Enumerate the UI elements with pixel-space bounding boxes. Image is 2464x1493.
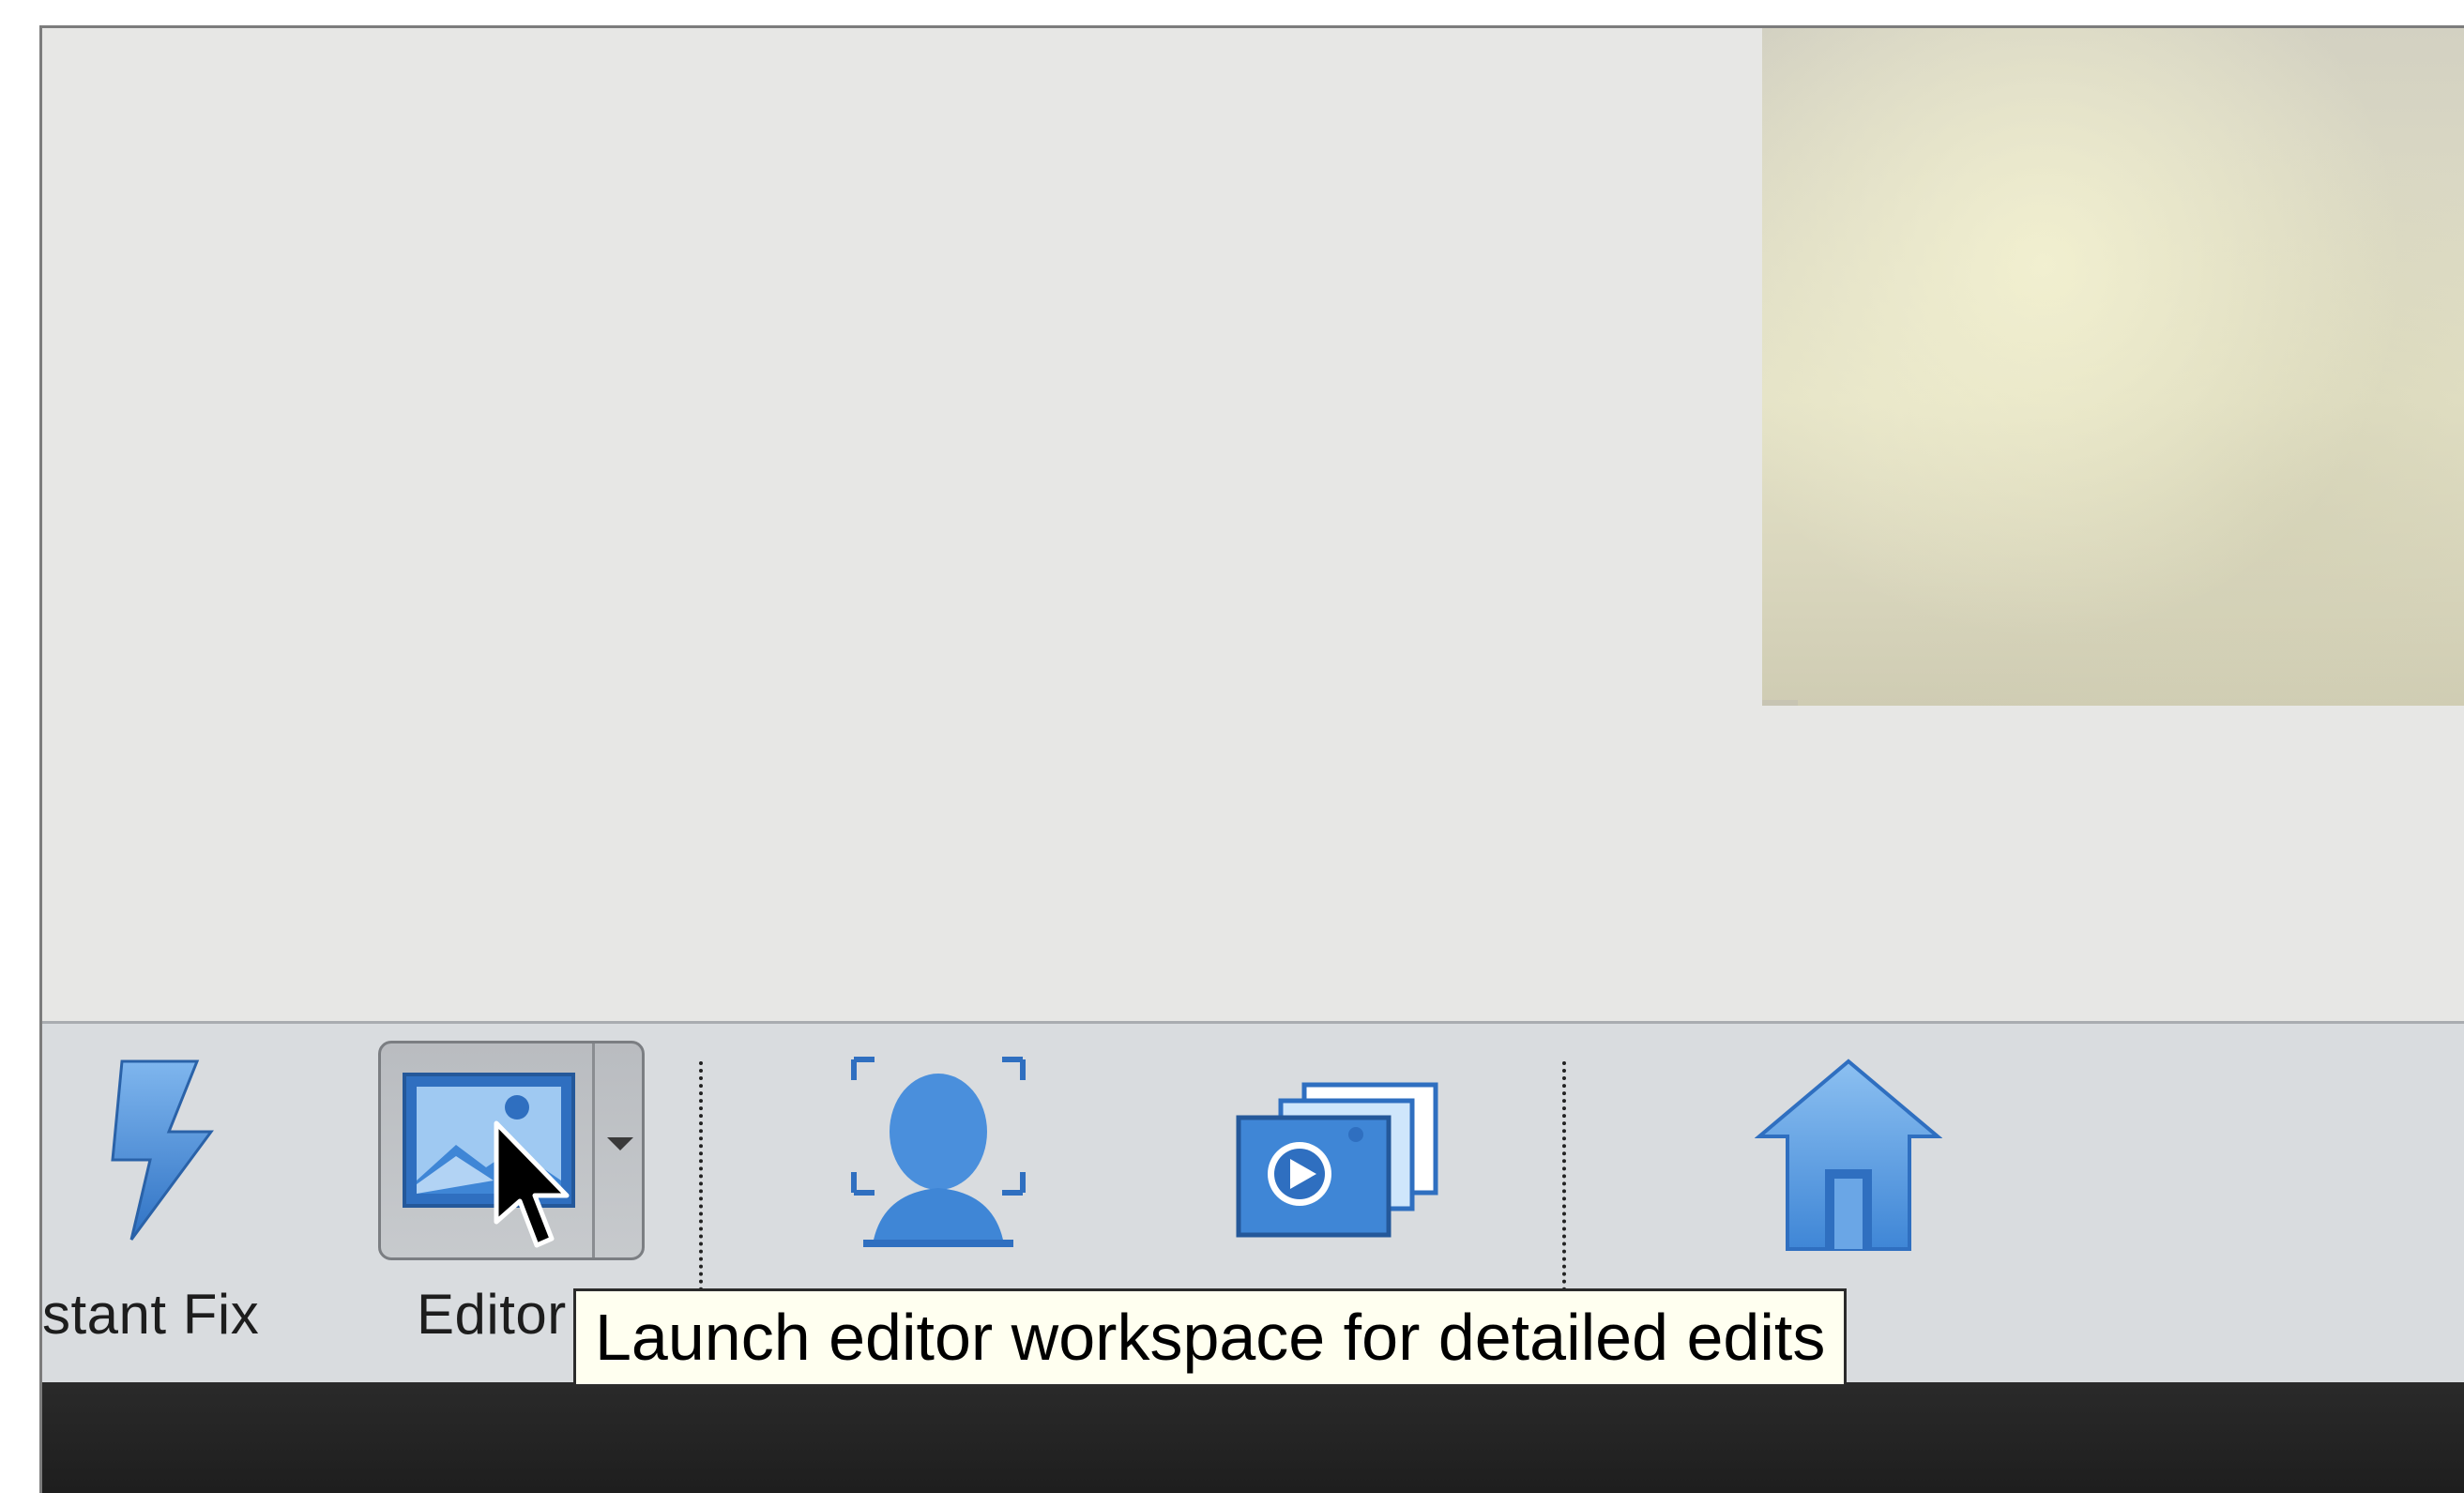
home-screen-button[interactable]: [1754, 1057, 1943, 1254]
slideshow-button[interactable]: [1229, 1080, 1445, 1240]
instant-fix-button[interactable]: [80, 1057, 221, 1244]
lightning-bolt-icon: [111, 1059, 214, 1241]
dock-bar: [42, 1382, 2464, 1493]
toolbar-separator: [1562, 1061, 1566, 1291]
mouse-cursor-icon: [494, 1120, 570, 1248]
mark-faces-button[interactable]: [844, 1052, 1032, 1249]
photo-thumbnail[interactable]: [1762, 28, 2464, 706]
thumbnail-corner: [1762, 700, 1798, 706]
editor-label: Editor: [417, 1283, 567, 1346]
tooltip: Launch editor workspace for detailed edi…: [573, 1288, 1848, 1387]
chevron-down-icon[interactable]: [607, 1137, 633, 1150]
instant-fix-label: stant Fix: [42, 1283, 260, 1346]
slideshow-icon: [1236, 1082, 1438, 1238]
toolbar-separator: [699, 1061, 703, 1291]
organizer-window: stant Fix Editor: [39, 25, 2464, 1493]
home-icon: [1754, 1059, 1943, 1251]
face-portrait-icon: [851, 1057, 1026, 1247]
editor-split-divider: [592, 1044, 595, 1257]
